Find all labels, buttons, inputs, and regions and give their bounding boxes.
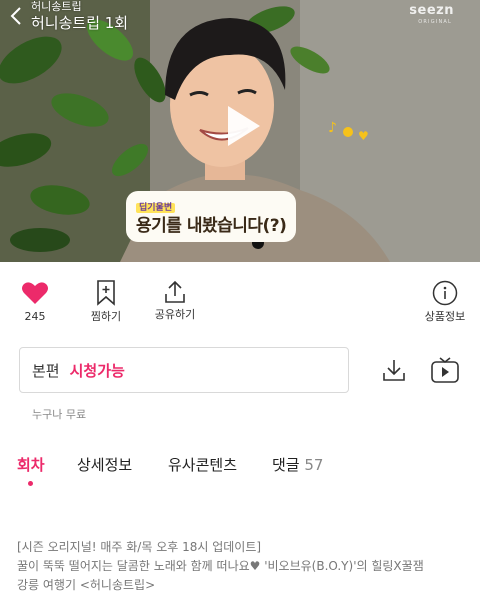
like-count: 245 xyxy=(24,310,46,323)
tab-active-indicator xyxy=(28,481,33,486)
play-icon xyxy=(228,106,260,146)
tab-episodes[interactable]: 회차 xyxy=(17,455,45,475)
share-button[interactable]: 공유하기 xyxy=(150,280,200,322)
brand-logo-sub: ORIGINAL xyxy=(418,19,452,25)
back-chevron-icon[interactable] xyxy=(10,6,30,28)
share-label: 공유하기 xyxy=(154,308,196,321)
heart-icon xyxy=(22,282,48,304)
description-line-1: [시즌 오리지널! 매주 화/목 오후 18시 업데이트] xyxy=(17,540,262,554)
tab-comments[interactable]: 댓글 57 xyxy=(272,455,323,475)
video-episode-title: 허니송트립 1회 xyxy=(31,14,129,32)
bookmark-button[interactable]: 찜하기 xyxy=(86,280,126,324)
brand-logo: seezn xyxy=(409,3,454,18)
episode-selector[interactable]: 본편 시청가능 xyxy=(19,347,349,393)
tab-comments-label: 댓글 xyxy=(272,456,300,474)
episode-label: 본편 xyxy=(32,361,60,380)
description-line-3: 강릉 여행기 <허니송트립> xyxy=(17,578,156,592)
like-button[interactable]: 245 xyxy=(14,280,56,324)
play-button[interactable] xyxy=(214,100,266,152)
product-info-button[interactable]: 상품정보 xyxy=(418,280,472,324)
video-caption: 딥기울변 용기를 내봤습니다(?) xyxy=(126,191,297,242)
episode-status: 시청가능 xyxy=(69,361,125,380)
info-icon xyxy=(432,280,458,306)
tv-play-button[interactable] xyxy=(429,355,459,385)
svg-text:♪: ♪ xyxy=(328,120,337,136)
bookmark-plus-icon xyxy=(97,280,115,306)
product-info-label: 상품정보 xyxy=(424,310,466,323)
download-icon xyxy=(383,360,405,381)
svg-text:♥: ♥ xyxy=(358,129,369,143)
description-line-2: 꿀이 뚝뚝 떨어지는 달콤한 노래와 함께 떠나요♥ '비오브유(B.O.Y)'… xyxy=(17,559,424,573)
tab-details[interactable]: 상세정보 xyxy=(77,455,132,475)
video-player[interactable]: ♪ ♥ 허니송트립 허니송트립 1회 seezn ORIGINAL 딥기울변 용… xyxy=(0,0,480,262)
tab-comments-count: 57 xyxy=(304,456,324,474)
bookmark-label: 찜하기 xyxy=(90,310,122,323)
caption-text: 용기를 내봤습니다(?) xyxy=(136,216,287,236)
tab-similar[interactable]: 유사콘텐츠 xyxy=(168,455,237,475)
tv-icon xyxy=(431,357,459,383)
download-button[interactable] xyxy=(379,356,409,386)
share-icon xyxy=(165,280,185,303)
video-series-title: 허니송트립 xyxy=(31,0,82,13)
free-notice: 누구나 무료 xyxy=(32,408,87,421)
caption-tag: 딥기울변 xyxy=(136,203,176,213)
